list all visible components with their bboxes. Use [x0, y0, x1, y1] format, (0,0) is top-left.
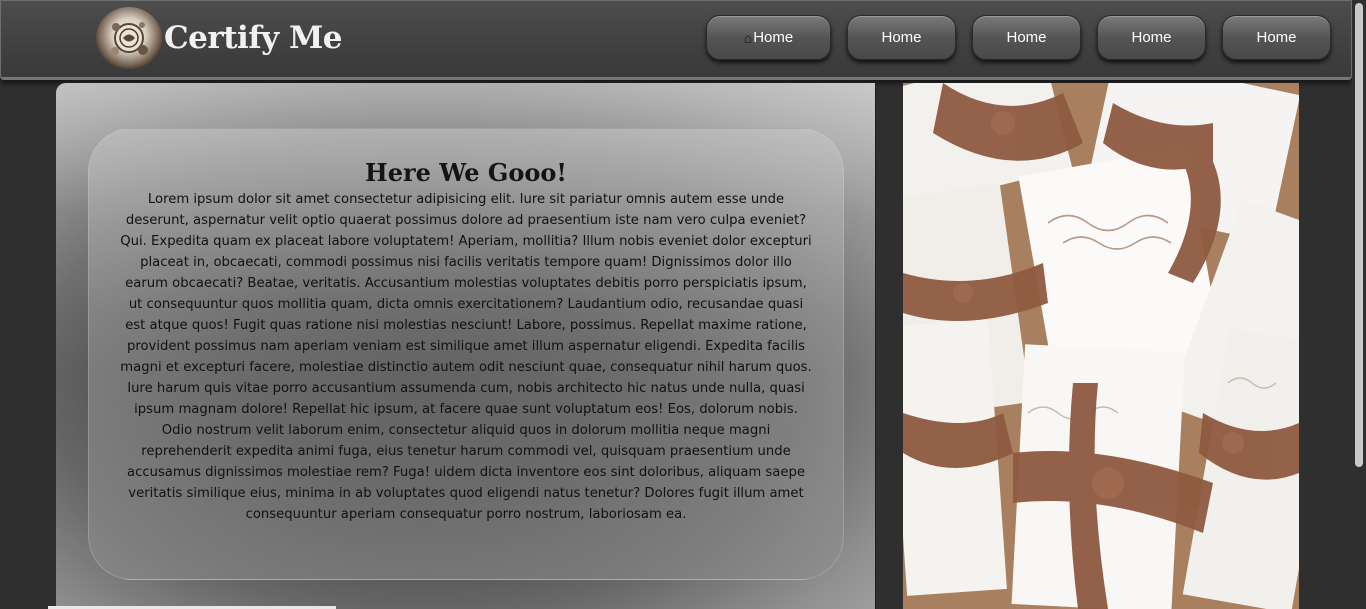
content-card: Here We Gooo! Lorem ipsum dolor sit amet…	[88, 128, 844, 580]
nav-home-button-5[interactable]: Home	[1222, 15, 1331, 60]
content-panel: Here We Gooo! Lorem ipsum dolor sit amet…	[56, 83, 876, 609]
nav-label: Home	[1131, 29, 1172, 46]
logo-icon	[96, 7, 162, 69]
nav-label: Home	[881, 29, 922, 46]
card-body: Lorem ipsum dolor sit amet consectetur a…	[120, 192, 812, 522]
brand-name: Certify Me	[164, 20, 343, 56]
nav-label: Home	[753, 29, 794, 46]
nav-label: Home	[1256, 29, 1297, 46]
certificates-photo	[903, 83, 1299, 609]
nav-label: Home	[1006, 29, 1047, 46]
card-title: Here We Gooo!	[365, 158, 567, 187]
scrollbar-thumb[interactable]	[1355, 3, 1363, 467]
nav-home-button[interactable]: ⌂ Home	[706, 15, 831, 60]
brand[interactable]: Certify Me	[96, 7, 343, 69]
home-icon: ⌂	[743, 29, 753, 46]
nav-home-button-4[interactable]: Home	[1097, 15, 1206, 60]
nav-home-button-2[interactable]: Home	[847, 15, 956, 60]
nav-home-button-3[interactable]: Home	[972, 15, 1081, 60]
navbar: Certify Me ⌂ Home Home Home Home Home	[0, 0, 1352, 80]
